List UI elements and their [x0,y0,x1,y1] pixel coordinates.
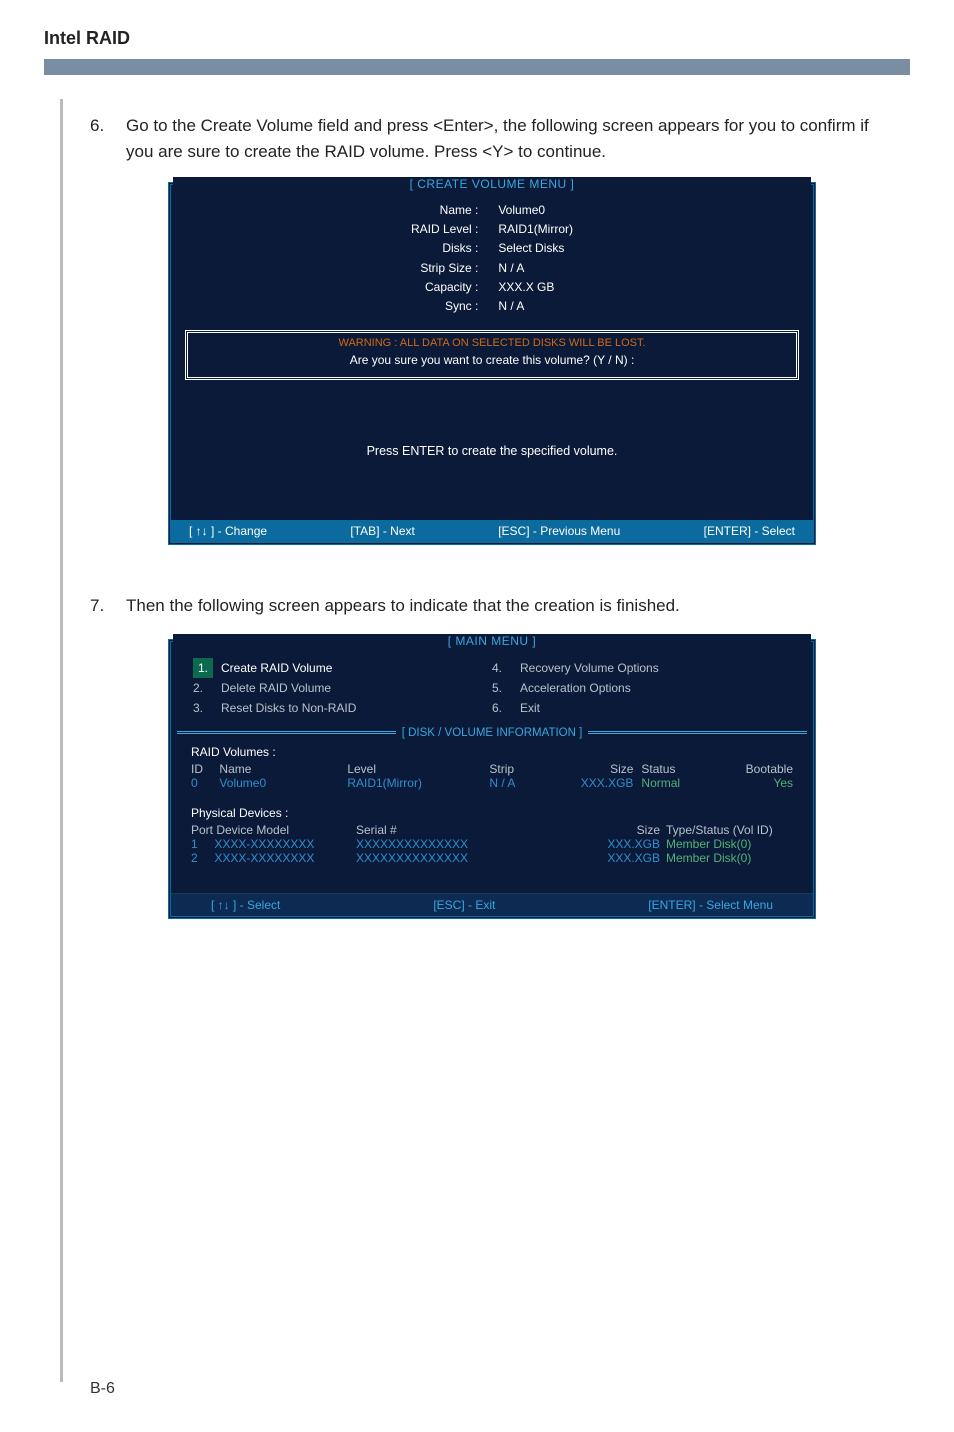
hint-esc: [ESC] - Previous Menu [498,524,620,538]
mm-hint-enter: [ENTER] - Select Menu [648,898,773,912]
disk-volume-info: RAID Volumes : ID Name Level Strip Size … [173,743,811,893]
menu-option-3-num: 3. [193,698,221,718]
main-menu-title: [ MAIN MENU ] [173,634,811,648]
menu-option-6-label: Exit [520,698,791,718]
header-divider [44,59,910,75]
menu-option-4[interactable]: 4. Recovery Volume Options [492,658,791,678]
physical-devices-headers: Port Device Model Serial # Size Type/Sta… [191,823,793,837]
page-number: B-6 [90,1380,115,1398]
hdr-bootable: Bootable [717,762,793,776]
main-menu-footer-bar: [ ↑↓ ] - Select [ESC] - Exit [ENTER] - S… [171,893,813,916]
pd1-size: XXX.XGB [581,837,666,851]
hdr-strip: Strip [489,762,555,776]
value-capacity: XXX.X GB [498,278,573,297]
label-raid-level: RAID Level : [411,220,478,239]
hint-change: [ ↑↓ ] - Change [189,524,267,538]
left-column-border [60,99,63,1382]
menu-option-4-num: 4. [492,658,520,678]
rv-name: Volume0 [219,776,347,790]
menu-option-2-num: 2. [193,678,221,698]
value-name: Volume0 [498,201,573,220]
pd2-typestatus: Member Disk(0) [666,851,793,865]
value-raid-level: RAID1(Mirror) [498,220,573,239]
menu-option-3[interactable]: 3. Reset Disks to Non-RAID [193,698,492,718]
physical-device-row-2[interactable]: 2 XXXX-XXXXXXXX XXXXXXXXXXXXXX XXX.XGB M… [191,851,793,865]
label-capacity: Capacity : [411,278,478,297]
menu-option-6-num: 6. [492,698,520,718]
label-disks: Disks : [411,239,478,258]
warning-dialog: WARNING : ALL DATA ON SELECTED DISKS WIL… [185,330,799,380]
mm-hint-select: [ ↑↓ ] - Select [211,898,280,912]
cvm-values: Volume0 RAID1(Mirror) Select Disks N / A… [498,201,573,316]
menu-option-1-num: 1. [193,658,213,678]
step-7-number: 7. [90,593,108,619]
step-6: 6. Go to the Create Volume field and pre… [90,113,894,164]
divider-label: [ DISK / VOLUME INFORMATION ] [396,727,589,739]
pd1-typestatus: Member Disk(0) [666,837,793,851]
menu-option-5[interactable]: 5. Acceleration Options [492,678,791,698]
pd2-size: XXX.XGB [581,851,666,865]
main-menu-panel: [ MAIN MENU ] 1. Create RAID Volume 2. D… [168,639,816,919]
menu-option-2-label: Delete RAID Volume [221,678,492,698]
value-strip-size: N / A [498,259,573,278]
physical-device-row-1[interactable]: 1 XXXX-XXXXXXXX XXXXXXXXXXXXXX XXX.XGB M… [191,837,793,851]
menu-option-4-label: Recovery Volume Options [520,658,791,678]
warning-text: WARNING : ALL DATA ON SELECTED DISKS WIL… [198,337,786,349]
hint-tab: [TAB] - Next [350,524,414,538]
create-volume-menu-title: [ CREATE VOLUME MENU ] [173,177,811,191]
value-disks: Select Disks [498,239,573,258]
hdr-pd-size: Size [581,823,666,837]
menu-option-2[interactable]: 2. Delete RAID Volume [193,678,492,698]
step-6-number: 6. [90,113,108,164]
value-sync: N / A [498,297,573,316]
menu-option-1-label: Create RAID Volume [221,658,492,678]
physical-devices-title: Physical Devices : [191,806,793,820]
label-name: Name : [411,201,478,220]
menu-option-1[interactable]: 1. Create RAID Volume [193,658,492,678]
confirm-question[interactable]: Are you sure you want to create this vol… [198,353,786,367]
raid-volumes-headers: ID Name Level Strip Size Status Bootable [191,762,793,776]
raid-volumes-title: RAID Volumes : [191,745,793,759]
hdr-serial: Serial # [356,823,531,837]
label-sync: Sync : [411,297,478,316]
label-strip-size: Strip Size : [411,259,478,278]
rv-id: 0 [191,776,219,790]
rv-bootable: Yes [717,776,793,790]
menu-option-5-label: Acceleration Options [520,678,791,698]
step-6-text: Go to the Create Volume field and press … [126,113,894,164]
main-menu-options: 1. Create RAID Volume 2. Delete RAID Vol… [173,658,811,725]
hdr-level: Level [347,762,489,776]
menu-option-6[interactable]: 6. Exit [492,698,791,718]
pd2-serial: XXXXXXXXXXXXXX [356,851,531,865]
hdr-status: Status [641,762,717,776]
hdr-typestatus: Type/Status (Vol ID) [666,823,793,837]
pd1-port: 1 XXXX-XXXXXXXX [191,837,356,851]
pd2-port: 2 XXXX-XXXXXXXX [191,851,356,865]
hdr-port-model: Port Device Model [191,823,356,837]
hint-enter: [ENTER] - Select [704,524,795,538]
create-volume-params: Name : RAID Level : Disks : Strip Size :… [173,201,811,326]
hdr-name: Name [219,762,347,776]
create-volume-menu-panel: [ CREATE VOLUME MENU ] Name : RAID Level… [168,182,816,545]
menu-option-5-num: 5. [492,678,520,698]
step-7: 7. Then the following screen appears to … [90,593,894,619]
pd1-serial: XXXXXXXXXXXXXX [356,837,531,851]
rv-size: XXX.XGB [556,776,642,790]
menu-option-3-label: Reset Disks to Non-RAID [221,698,492,718]
page-header: Intel RAID [0,0,954,59]
press-enter-hint: Press ENTER to create the specified volu… [173,384,811,520]
rv-level: RAID1(Mirror) [347,776,489,790]
rv-status: Normal [641,776,717,790]
cvm-labels: Name : RAID Level : Disks : Strip Size :… [411,201,478,316]
hdr-size: Size [556,762,642,776]
disk-volume-info-divider: [ DISK / VOLUME INFORMATION ] [177,727,807,739]
hdr-id: ID [191,762,219,776]
rv-strip: N / A [489,776,555,790]
raid-volume-row-0[interactable]: 0 Volume0 RAID1(Mirror) N / A XXX.XGB No… [191,776,793,790]
mm-hint-esc: [ESC] - Exit [433,898,495,912]
step-7-text: Then the following screen appears to ind… [126,593,680,619]
content-area: 6. Go to the Create Volume field and pre… [0,75,954,919]
cvm-footer-bar: [ ↑↓ ] - Change [TAB] - Next [ESC] - Pre… [171,520,813,542]
